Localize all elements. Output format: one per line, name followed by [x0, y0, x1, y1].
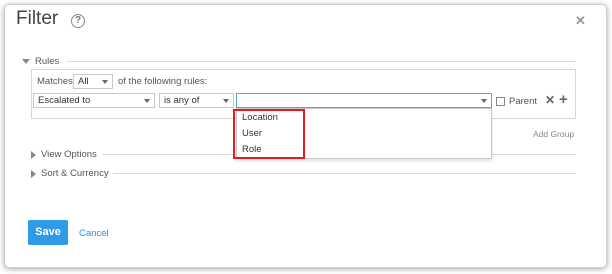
- parent-label: Parent: [509, 96, 537, 107]
- rules-divider: [67, 61, 576, 62]
- chevron-down-icon: [481, 99, 487, 103]
- parent-checkbox[interactable]: [496, 97, 505, 106]
- chevron-down-icon: [223, 99, 229, 103]
- remove-rule-icon[interactable]: ✕: [545, 93, 555, 107]
- add-group-link[interactable]: Add Group: [533, 129, 574, 139]
- chevron-down-icon: [102, 80, 108, 84]
- view-options-toggle[interactable]: View Options: [31, 149, 97, 160]
- value-multiselect[interactable]: [236, 93, 492, 108]
- close-icon[interactable]: ✕: [575, 13, 586, 29]
- field-select-value: Escalated to: [38, 95, 91, 106]
- chevron-down-icon: [144, 99, 150, 103]
- add-rule-icon[interactable]: +: [559, 91, 568, 108]
- rules-section-toggle[interactable]: Rules: [22, 56, 59, 67]
- operator-select[interactable]: is any of: [159, 93, 234, 108]
- matches-select-value: All: [78, 76, 89, 87]
- view-options-label: View Options: [41, 149, 97, 160]
- dialog-title: Filter: [16, 8, 59, 29]
- highlight-box: [233, 109, 305, 159]
- matches-label: Matches: [37, 76, 73, 87]
- help-icon[interactable]: ?: [71, 14, 85, 28]
- chevron-right-icon: [31, 169, 36, 178]
- field-select[interactable]: Escalated to: [33, 93, 155, 108]
- sort-currency-toggle[interactable]: Sort & Currency: [31, 168, 109, 179]
- cancel-link[interactable]: Cancel: [79, 228, 109, 239]
- rules-section-label: Rules: [35, 56, 60, 67]
- save-button[interactable]: Save: [28, 220, 68, 245]
- sort-currency-divider: [113, 173, 576, 174]
- following-rules-label: of the following rules:: [118, 76, 208, 87]
- matches-select[interactable]: All: [73, 74, 113, 89]
- operator-select-value: is any of: [164, 95, 200, 106]
- sort-currency-label: Sort & Currency: [41, 168, 109, 179]
- chevron-right-icon: [31, 150, 36, 159]
- chevron-down-icon: [22, 59, 30, 64]
